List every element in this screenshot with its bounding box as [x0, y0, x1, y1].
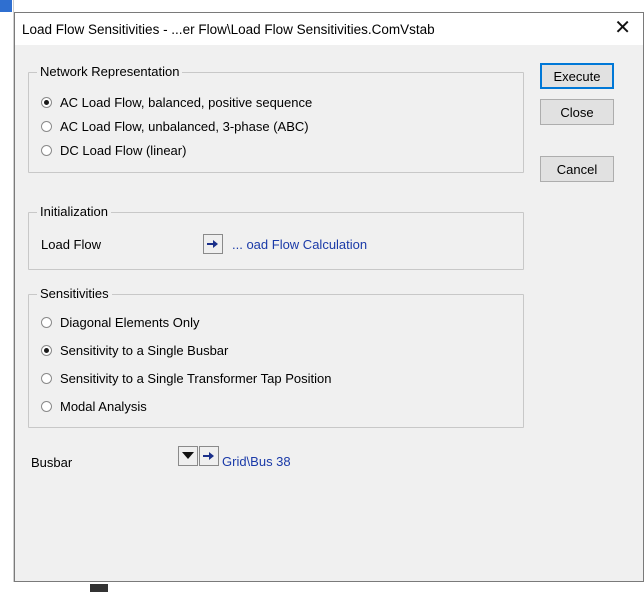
radio-single-busbar[interactable]: Sensitivity to a Single Busbar	[41, 341, 228, 359]
arrow-right-icon	[203, 451, 215, 461]
radio-label: DC Load Flow (linear)	[60, 142, 187, 158]
title-bar[interactable]: Load Flow Sensitivities - ...er Flow\Loa…	[15, 13, 643, 45]
radio-ac-balanced[interactable]: AC Load Flow, balanced, positive sequenc…	[41, 93, 312, 111]
initialization-title: Initialization	[37, 204, 111, 219]
background-bottom	[0, 582, 644, 596]
busbar-label: Busbar	[31, 455, 73, 470]
busbar-dropdown-button[interactable]	[178, 446, 198, 466]
cancel-button[interactable]: Cancel	[540, 156, 614, 182]
radio-button[interactable]	[41, 344, 52, 356]
radio-label: Sensitivity to a Single Transformer Tap …	[60, 370, 332, 386]
radio-label: Modal Analysis	[60, 398, 147, 414]
arrow-right-icon	[207, 239, 219, 249]
load-flow-sensitivities-dialog: Load Flow Sensitivities - ...er Flow\Loa…	[14, 12, 644, 582]
background-highlight	[0, 0, 12, 12]
network-representation-group: Network Representation AC Load Flow, bal…	[28, 64, 524, 173]
radio-label: AC Load Flow, balanced, positive sequenc…	[60, 94, 313, 110]
radio-button[interactable]	[41, 96, 52, 108]
busbar-select-button[interactable]	[199, 446, 219, 466]
load-flow-calculation-link[interactable]: ... oad Flow Calculation	[232, 237, 367, 252]
radio-ac-unbalanced[interactable]: AC Load Flow, unbalanced, 3-phase (ABC)	[41, 117, 309, 135]
execute-button[interactable]: Execute	[540, 63, 614, 89]
radio-label: AC Load Flow, unbalanced, 3-phase (ABC)	[60, 118, 309, 134]
radio-diagonal-elements[interactable]: Diagonal Elements Only	[41, 313, 199, 331]
radio-button[interactable]	[41, 316, 52, 328]
radio-button[interactable]	[41, 372, 52, 384]
initialization-group: Initialization Load Flow ... oad Flow Ca…	[28, 204, 524, 270]
radio-button[interactable]	[41, 400, 52, 412]
close-button[interactable]: Close	[540, 99, 614, 125]
radio-modal-analysis[interactable]: Modal Analysis	[41, 397, 147, 415]
sensitivities-title: Sensitivities	[37, 286, 112, 301]
busbar-link[interactable]: Grid\Bus 38	[222, 454, 291, 469]
dialog-title: Load Flow Sensitivities - ...er Flow\Loa…	[22, 22, 435, 37]
radio-transformer-tap[interactable]: Sensitivity to a Single Transformer Tap …	[41, 369, 331, 387]
radio-dc-linear[interactable]: DC Load Flow (linear)	[41, 141, 186, 159]
background-mark	[90, 584, 108, 592]
close-icon[interactable]: ✕	[614, 17, 631, 39]
radio-button[interactable]	[41, 144, 52, 156]
network-representation-title: Network Representation	[37, 64, 183, 79]
radio-label: Sensitivity to a Single Busbar	[60, 342, 229, 358]
load-flow-label: Load Flow	[41, 237, 101, 252]
radio-label: Diagonal Elements Only	[60, 314, 200, 330]
background-window	[0, 0, 14, 596]
sensitivities-group: Sensitivities Diagonal Elements Only Sen…	[28, 286, 524, 428]
triangle-down-icon	[182, 452, 194, 460]
radio-button[interactable]	[41, 120, 52, 132]
load-flow-select-button[interactable]	[203, 234, 223, 254]
